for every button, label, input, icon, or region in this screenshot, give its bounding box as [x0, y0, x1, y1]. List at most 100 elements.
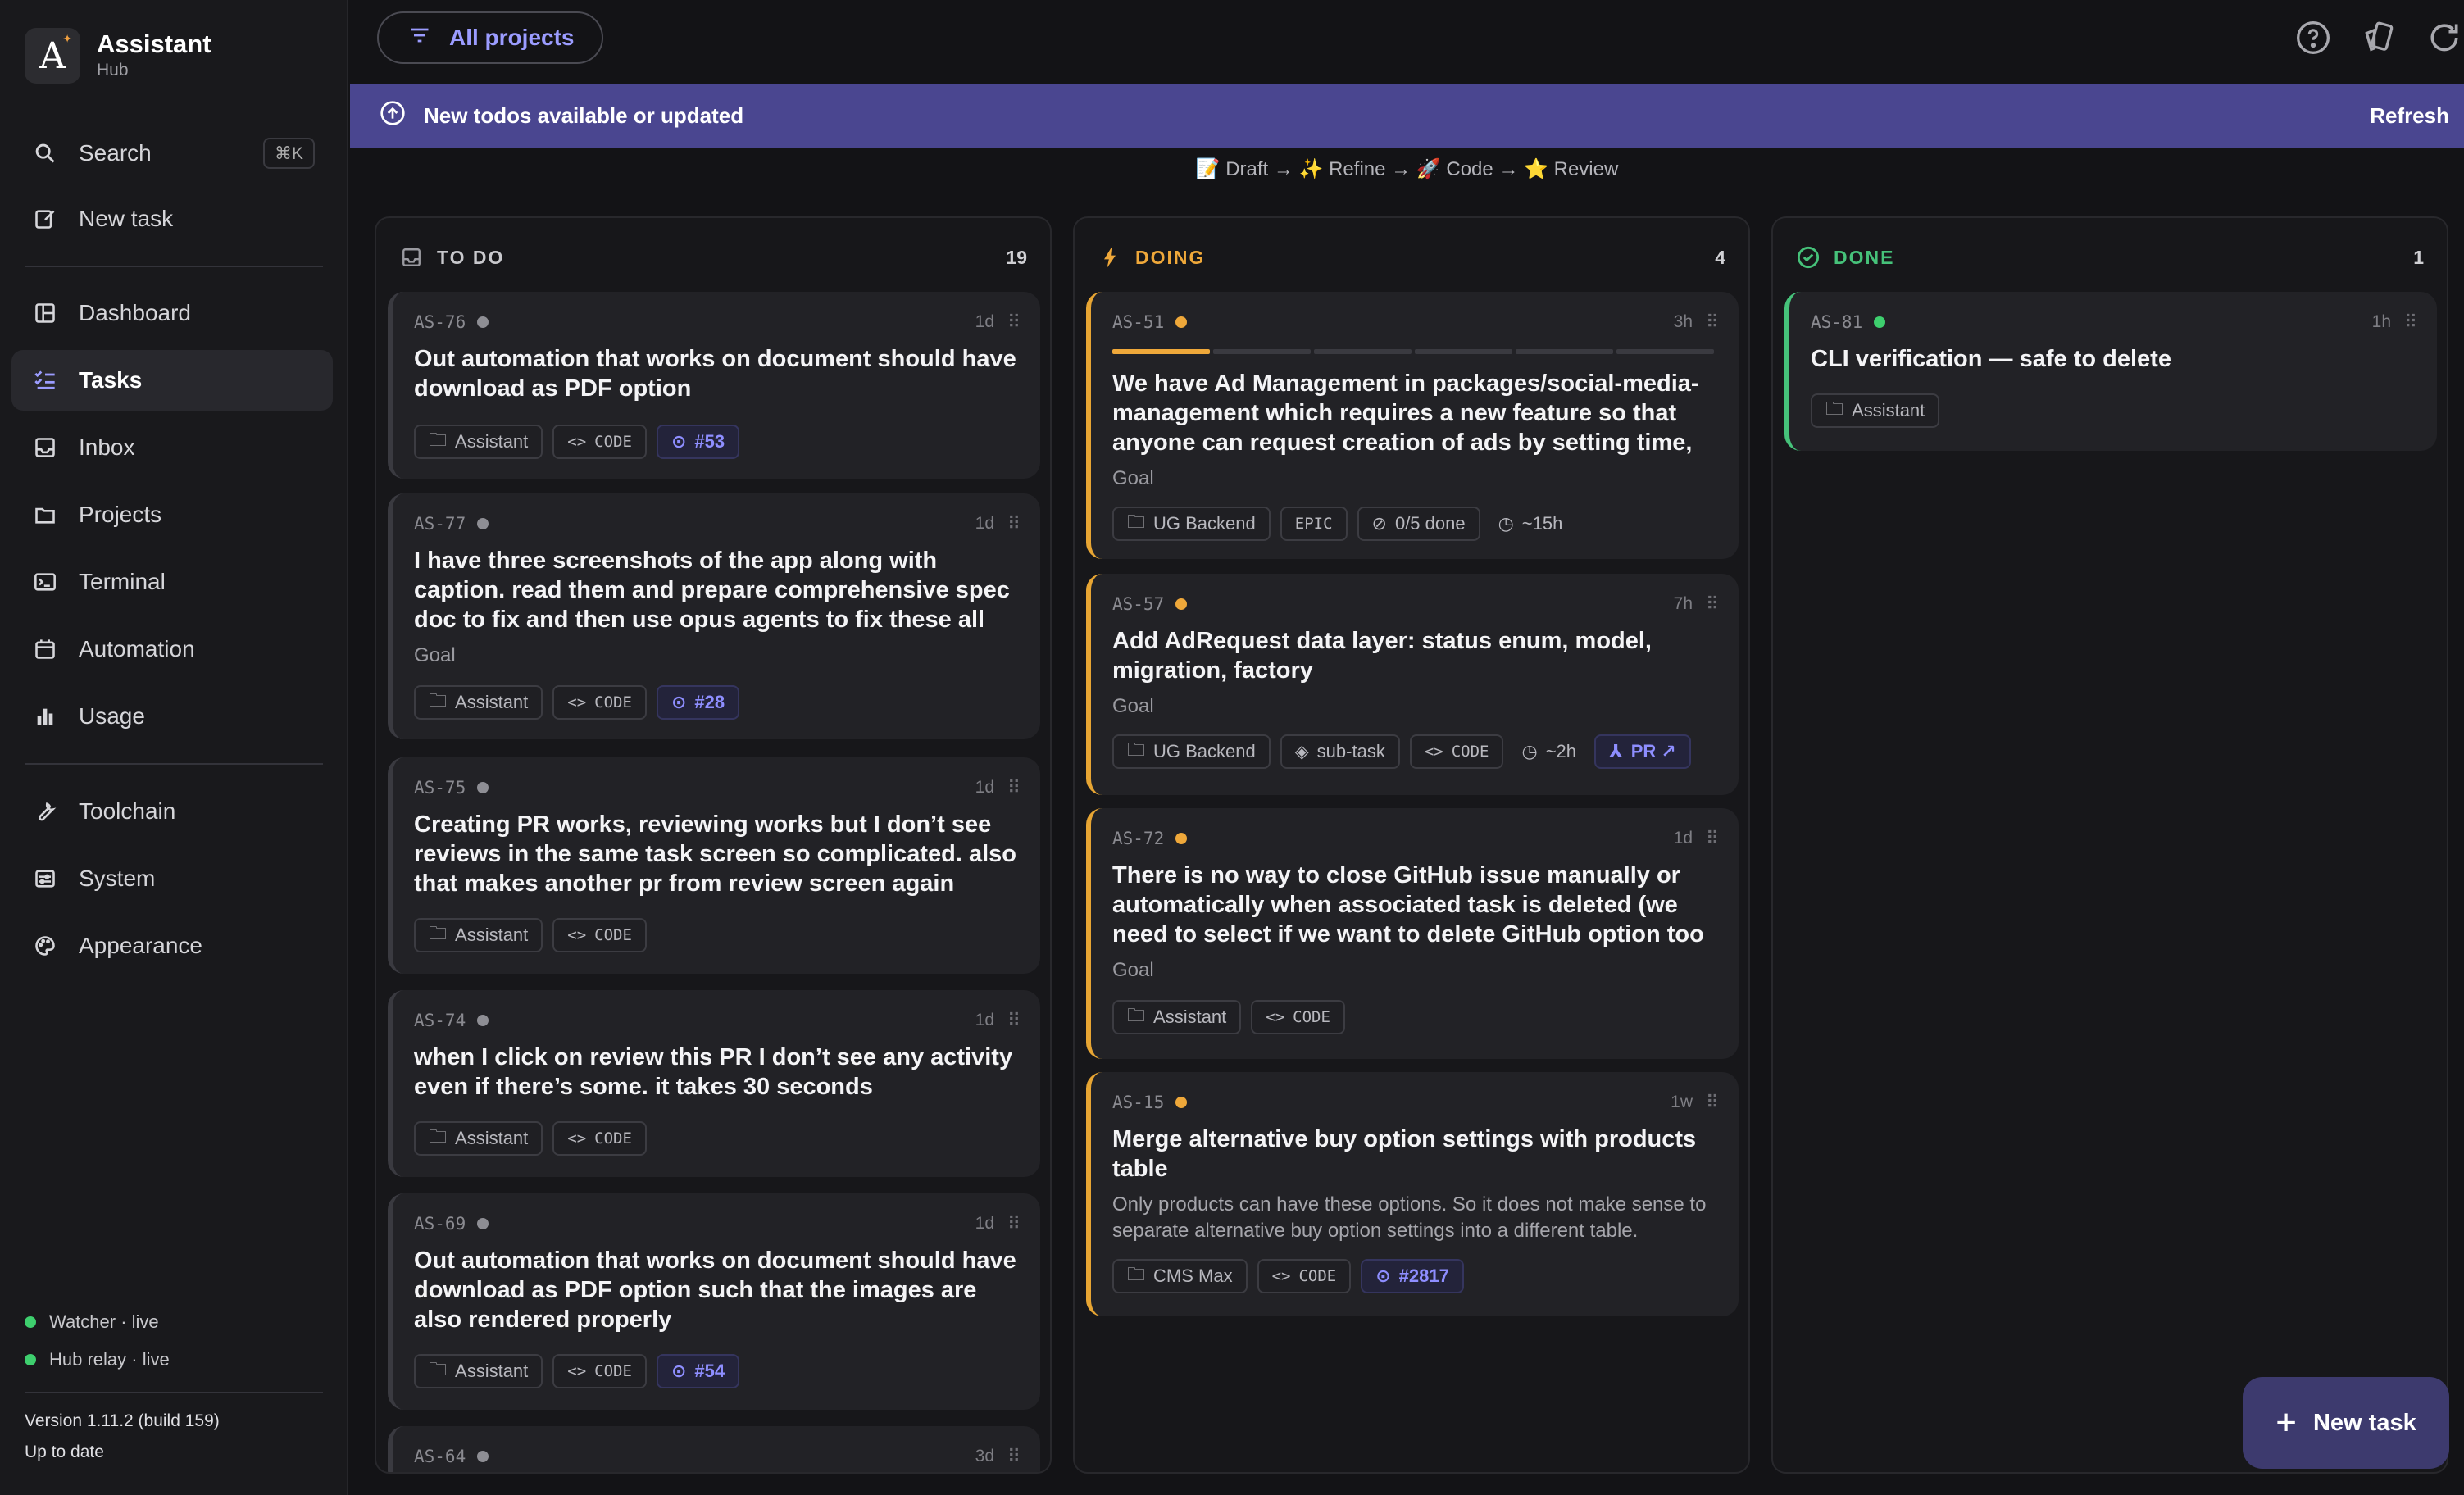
task-title: Out automation that works on document sh…: [414, 1247, 1016, 1333]
drag-handle-icon[interactable]: ⠿: [1706, 593, 1719, 615]
task-card[interactable]: AS-57 7h ⠿ Add AdRequest data layer: sta…: [1086, 574, 1739, 795]
code-icon: <>: [1271, 1267, 1291, 1285]
task-goal: Goal: [1112, 695, 1154, 717]
sidebar-item-tasks[interactable]: Tasks: [11, 350, 333, 411]
task-card[interactable]: AS-51 3h ⠿ We have Ad Management in pack…: [1086, 292, 1739, 559]
sidebar-item-automation[interactable]: Automation: [11, 619, 333, 679]
task-age: 3h: [1673, 312, 1693, 331]
status-dot: [477, 518, 489, 529]
drag-handle-icon[interactable]: ⠿: [1007, 1010, 1021, 1031]
inbox-icon: [31, 434, 59, 461]
top-actions: [2267, 18, 2464, 57]
task-id: AS-64: [414, 1447, 466, 1466]
status-dot: [477, 782, 489, 793]
task-card[interactable]: AS-75 1d ⠿ Creating PR works, reviewing …: [388, 757, 1040, 974]
workflow-legend: 📝 Draft → ✨ Refine → 🚀 Code → ⭐ Review: [1195, 158, 1619, 180]
sidebar-item-terminal[interactable]: Terminal: [11, 552, 333, 612]
sidebar-item-usage[interactable]: Usage: [11, 686, 333, 747]
drag-handle-icon[interactable]: ⠿: [1706, 311, 1719, 333]
subtask-progress-bar: [1112, 349, 1717, 354]
cards-icon[interactable]: [2359, 18, 2398, 57]
sidebar-item-toolchain[interactable]: Toolchain: [11, 781, 333, 842]
drag-handle-icon[interactable]: ⠿: [1007, 311, 1021, 333]
task-id: AS-72: [1112, 829, 1165, 848]
new-task-fab[interactable]: + New task: [2243, 1377, 2449, 1469]
drag-handle-icon[interactable]: ⠿: [1007, 513, 1021, 534]
reload-icon[interactable]: [2425, 18, 2464, 57]
project-filter-button[interactable]: All projects: [377, 11, 603, 64]
task-id: AS-75: [414, 778, 466, 797]
subtask-tag: ◈ sub-task: [1280, 734, 1400, 769]
folder-icon: 🗀: [429, 429, 448, 450]
project-filter-label: All projects: [449, 25, 575, 50]
type-tag: <> CODE: [1257, 1259, 1352, 1293]
edit-icon: [31, 205, 59, 233]
status-dot: [25, 1354, 36, 1365]
search-icon: [31, 139, 59, 167]
git-pull-request-icon: ⅄: [1609, 741, 1623, 761]
brand[interactable]: A ✦ Assistant Hub: [25, 28, 211, 84]
search-button[interactable]: Search ⌘K: [11, 123, 333, 184]
drag-handle-icon[interactable]: ⠿: [2404, 311, 2417, 333]
task-title: We have Ad Management in packages/social…: [1112, 370, 1699, 456]
progress-segment: [1314, 349, 1412, 354]
status-dot: [1175, 598, 1188, 610]
code-icon: <>: [1266, 1008, 1285, 1026]
issue-icon: ⊙: [671, 431, 687, 452]
folder-icon: 🗀: [1127, 511, 1146, 532]
help-icon[interactable]: [2294, 18, 2333, 57]
sidebar-item-label: Usage: [79, 703, 145, 729]
folder-icon: 🗀: [429, 1359, 448, 1379]
drag-handle-icon[interactable]: ⠿: [1007, 777, 1021, 798]
issue-link[interactable]: ⊙ #2817: [1361, 1259, 1464, 1293]
drag-handle-icon[interactable]: ⠿: [1007, 1213, 1021, 1234]
task-card[interactable]: AS-77 1d ⠿ I have three screenshots of t…: [388, 493, 1040, 739]
sidebar-item-appearance[interactable]: Appearance: [11, 916, 333, 976]
new-task-nav-button[interactable]: New task: [11, 189, 333, 249]
pr-link[interactable]: ⅄ PR ↗: [1594, 734, 1691, 769]
progress-segment: [1213, 349, 1311, 354]
task-id: AS-76: [414, 312, 466, 332]
sidebar-item-projects[interactable]: Projects: [11, 484, 333, 545]
drag-handle-icon[interactable]: ⠿: [1007, 1446, 1021, 1467]
task-card[interactable]: AS-81 1h ⠿ CLI verification — safe to de…: [1784, 292, 2437, 451]
sidebar-item-label: Projects: [79, 502, 162, 527]
done-column: DONE 1 AS-81 1h ⠿ CLI verification — saf…: [1771, 216, 2448, 1474]
banner-text: New todos available or updated: [424, 102, 744, 128]
task-card[interactable]: AS-64 3d ⠿: [388, 1426, 1040, 1472]
sidebar-item-dashboard[interactable]: Dashboard: [11, 283, 333, 343]
code-icon: <>: [1424, 743, 1443, 761]
sidebar-item-system[interactable]: System: [11, 848, 333, 909]
task-card[interactable]: AS-72 1d ⠿ There is no way to close GitH…: [1086, 808, 1739, 1059]
task-card[interactable]: AS-74 1d ⠿ when I click on review this P…: [388, 990, 1040, 1177]
task-age: 1h: [2371, 312, 2391, 331]
task-title: Add AdRequest data layer: status enum, m…: [1112, 628, 1652, 684]
code-icon: <>: [567, 1362, 587, 1380]
task-card[interactable]: AS-69 1d ⠿ Out automation that works on …: [388, 1193, 1040, 1410]
drag-handle-icon[interactable]: ⠿: [1706, 828, 1719, 849]
task-id: AS-69: [414, 1214, 466, 1234]
issue-link[interactable]: ⊙ #28: [656, 685, 740, 720]
refresh-button[interactable]: Refresh: [2370, 103, 2449, 129]
sidebar-item-inbox[interactable]: Inbox: [11, 417, 333, 478]
status-dot: [1175, 1097, 1188, 1108]
divider: [25, 266, 323, 267]
issue-link[interactable]: ⊙ #53: [656, 425, 740, 459]
progress-segment: [1516, 349, 1613, 354]
folder-icon: 🗀: [1825, 398, 1844, 419]
task-id: AS-51: [1112, 312, 1165, 332]
sidebar-item-label: Appearance: [79, 933, 203, 958]
task-age: 3d: [975, 1447, 994, 1465]
estimate-tag: ◷ ~2h: [1521, 741, 1577, 761]
folder-icon: 🗀: [1127, 1264, 1146, 1284]
project-tag: 🗀 Assistant: [414, 1121, 543, 1156]
task-age: 1d: [975, 312, 994, 331]
task-card[interactable]: AS-76 1d ⠿ Out automation that works on …: [388, 292, 1040, 479]
type-tag: <> CODE: [1409, 734, 1504, 769]
type-tag: <> CODE: [1251, 1000, 1345, 1034]
issue-link[interactable]: ⊙ #54: [656, 1354, 740, 1388]
column-count: 19: [1006, 246, 1027, 268]
type-tag: <> CODE: [552, 425, 647, 459]
drag-handle-icon[interactable]: ⠿: [1706, 1092, 1719, 1113]
task-card[interactable]: AS-15 1w ⠿ Merge alternative buy option …: [1086, 1072, 1739, 1316]
